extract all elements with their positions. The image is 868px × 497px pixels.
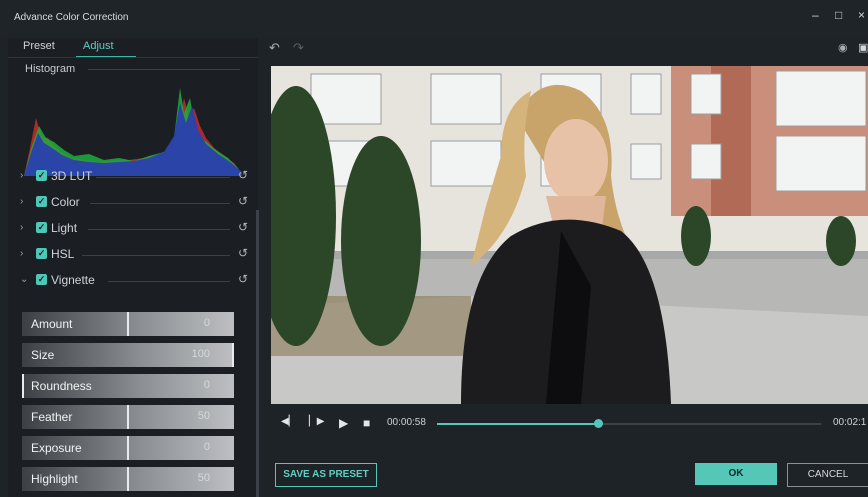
slider-value: 0 — [203, 379, 210, 391]
section-color[interactable]: › ✓ Color ↺ — [8, 191, 258, 215]
slider-handle[interactable] — [22, 374, 24, 398]
slider-handle[interactable] — [127, 467, 129, 491]
slider-value: 100 — [191, 348, 210, 360]
slider-handle[interactable] — [127, 405, 129, 429]
total-time: 00:02:1 — [833, 417, 867, 428]
size-slider[interactable]: Size 100 — [22, 343, 234, 367]
section-hsl[interactable]: › ✓ HSL ↺ — [8, 243, 258, 267]
section-divider — [108, 281, 230, 282]
section-label: Vignette — [51, 273, 95, 287]
chevron-down-icon[interactable]: ⌄ — [20, 274, 28, 285]
slider-handle[interactable] — [127, 436, 129, 460]
ok-button[interactable]: OK — [695, 463, 777, 485]
section-label: 3D LUT — [51, 169, 93, 183]
stop-icon[interactable]: ■ — [363, 416, 370, 430]
close-button[interactable]: × — [858, 8, 865, 22]
section-label: Light — [51, 221, 78, 235]
slider-label: Roundness — [31, 379, 92, 393]
section-label: HSL — [51, 247, 75, 261]
checkbox-icon[interactable]: ✓ — [36, 196, 47, 207]
save-as-preset-button[interactable]: SAVE AS PRESET — [275, 463, 377, 487]
reset-icon[interactable]: ↺ — [238, 168, 248, 182]
checkbox-icon[interactable]: ✓ — [36, 274, 47, 285]
highlight-slider[interactable]: Highlight 50 — [22, 467, 234, 491]
section-vignette[interactable]: ⌄ ✓ Vignette ↺ — [8, 269, 258, 293]
section-divider — [96, 177, 230, 178]
reset-icon[interactable]: ↺ — [238, 246, 248, 260]
tab-preset[interactable]: Preset — [23, 40, 55, 52]
amount-slider[interactable]: Amount 0 — [22, 312, 234, 336]
reset-icon[interactable]: ↺ — [238, 220, 248, 234]
play-icon[interactable]: ▶ — [339, 416, 348, 430]
section-3d-lut[interactable]: › ✓ 3D LUT ↺ — [8, 165, 258, 189]
section-divider — [88, 229, 230, 230]
chevron-right-icon[interactable]: › — [20, 196, 23, 207]
panel-tabs: Preset Adjust — [8, 38, 258, 58]
maximize-button[interactable]: □ — [835, 8, 842, 22]
section-light[interactable]: › ✓ Light ↺ — [8, 217, 258, 241]
tabs-divider — [8, 57, 258, 58]
histogram-graph — [24, 88, 242, 176]
section-label: Color — [51, 195, 80, 209]
section-divider — [82, 255, 230, 256]
slider-label: Feather — [31, 410, 73, 424]
slider-handle[interactable] — [127, 312, 129, 336]
current-time: 00:00:58 — [387, 417, 426, 428]
minimize-button[interactable]: – — [812, 8, 819, 22]
panel-scrollbar[interactable] — [256, 210, 259, 497]
redo-icon[interactable]: ↷ — [293, 40, 304, 56]
checkbox-icon[interactable]: ✓ — [36, 170, 47, 181]
reset-icon[interactable]: ↺ — [238, 194, 248, 208]
chevron-right-icon[interactable]: › — [20, 222, 23, 233]
section-divider — [90, 203, 230, 204]
reset-icon[interactable]: ↺ — [238, 272, 248, 286]
slider-label: Highlight — [31, 472, 78, 486]
slider-label: Amount — [31, 317, 73, 331]
histogram-label: Histogram — [25, 63, 76, 75]
slider-handle[interactable] — [232, 343, 234, 367]
slider-label: Exposure — [31, 441, 82, 455]
compare-icon[interactable]: ▣ — [858, 41, 868, 54]
checkbox-icon[interactable]: ✓ — [36, 222, 47, 233]
window-title: Advance Color Correction — [14, 12, 129, 23]
eye-icon[interactable]: ◉ — [838, 41, 848, 54]
chevron-right-icon[interactable]: › — [20, 248, 23, 259]
feather-slider[interactable]: Feather 50 — [22, 405, 234, 429]
slider-value: 50 — [197, 410, 210, 422]
slider-value: 50 — [197, 472, 210, 484]
tab-adjust[interactable]: Adjust — [83, 40, 114, 52]
cancel-button[interactable]: CANCEL — [787, 463, 868, 487]
video-preview — [271, 66, 868, 404]
slider-label: Size — [31, 348, 55, 362]
exposure-slider[interactable]: Exposure 0 — [22, 436, 234, 460]
timeline-handle[interactable] — [594, 419, 603, 428]
histogram-divider — [88, 69, 240, 70]
checkbox-icon[interactable]: ✓ — [36, 248, 47, 259]
chevron-right-icon[interactable]: › — [20, 170, 23, 181]
slider-value: 0 — [203, 317, 210, 329]
undo-icon[interactable]: ↶ — [269, 40, 280, 56]
slider-value: 0 — [203, 441, 210, 453]
roundness-slider[interactable]: Roundness 0 — [22, 374, 234, 398]
timeline-progress — [437, 423, 598, 425]
playback-bar: ◀▏ ▏▶ ▶ ■ 00:00:58 00:02:1 — [271, 408, 868, 438]
title-bar: Advance Color Correction – □ × — [0, 0, 868, 38]
next-frame-icon[interactable]: ▏▶ — [309, 416, 324, 427]
previous-frame-icon[interactable]: ◀▏ — [281, 416, 296, 427]
